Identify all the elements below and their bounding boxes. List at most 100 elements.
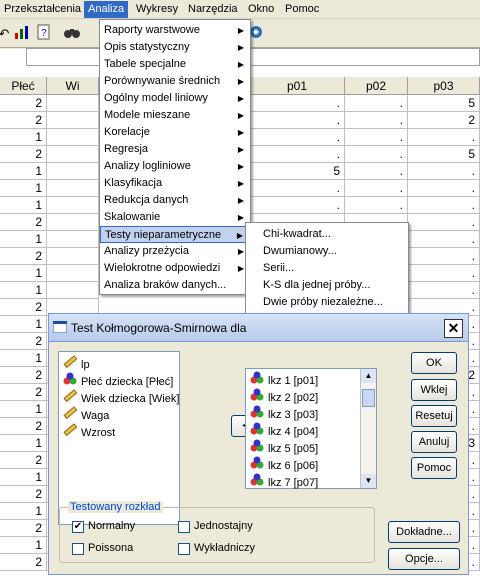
grid-cell[interactable]: . [250,112,345,129]
grid-cell[interactable]: 1 [0,503,47,520]
scroll-up-icon[interactable]: ▲ [361,369,376,383]
grid-cell[interactable]: 5 [408,146,480,163]
grid-cell[interactable] [47,95,99,112]
grid-cell[interactable] [47,248,99,265]
grid-cell[interactable]: 1 [0,401,47,418]
grid-cell[interactable]: . [408,197,480,214]
grid-cell[interactable]: . [345,197,408,214]
submenu-item[interactable]: Chi-kwadrat... [246,226,408,243]
source-variable-item[interactable]: lp [63,355,90,372]
grid-cell[interactable]: 2 [0,418,47,435]
test-variable-list[interactable]: ▲ ▼ lkz 1 [p01] lkz 2 [p02] lkz 3 [p03] lkz… [245,368,377,489]
submenu-item[interactable]: Dwumianowy... [246,243,408,260]
test-variable-item[interactable]: lkz 2 [p02] [250,388,318,405]
grid-cell[interactable] [47,180,99,197]
grid-cell[interactable]: 1 [0,197,47,214]
grid-cell[interactable]: . [408,180,480,197]
test-variable-item[interactable]: lkz 1 [p01] [250,371,318,388]
grid-cell[interactable] [47,282,99,299]
options-button[interactable]: Opcje... [388,548,460,570]
menu-analiza[interactable]: Analiza [84,1,129,18]
grid-cell[interactable]: . [345,112,408,129]
menu-item[interactable]: Redukcja danych ▶ [100,192,250,209]
source-variable-list[interactable]: lp Płeć dziecka [Płeć] Wiek dziecka [Wiek]… [58,351,180,525]
grid-cell[interactable] [47,231,99,248]
cell-editor[interactable] [26,48,480,66]
grid-cell[interactable]: 5 [250,163,345,180]
find-icon[interactable] [62,24,82,44]
source-variable-item[interactable]: Wiek dziecka [Wiek] [63,389,179,406]
test-variable-item[interactable]: lkz 7 [p07] [250,473,318,490]
grid-cell[interactable]: . [250,197,345,214]
close-icon[interactable]: ✕ [444,319,463,338]
test-variable-item[interactable]: lkz 3 [p03] [250,405,318,422]
grid-cell[interactable]: 1 [0,350,47,367]
grid-cell[interactable] [47,265,99,282]
menu-item[interactable]: Porównywanie średnich ▶ [100,73,250,90]
grid-cell[interactable]: . [250,146,345,163]
grid-cell[interactable]: 2 [0,486,47,503]
grid-cell[interactable]: . [345,129,408,146]
grid-cell[interactable]: 2 [408,112,480,129]
menu-item[interactable]: Korelacje ▶ [100,124,250,141]
source-variable-item[interactable]: Płeć dziecka [Płeć] [63,372,173,389]
grid-cell[interactable]: . [408,248,480,265]
menu-item[interactable]: Tabele specjalne ▶ [100,56,250,73]
exponential-checkbox[interactable] [178,543,190,555]
exact-button[interactable]: Dokładne... [388,521,460,543]
menu-item[interactable]: Ogólny model liniowy ▶ [100,90,250,107]
menu-przeksztalcenia[interactable]: Przekształcenia [0,1,85,18]
grid-cell[interactable]: . [250,95,345,112]
grid-cell[interactable]: 2 [0,452,47,469]
grid-cell[interactable]: 5 [408,95,480,112]
menu-item[interactable]: Regresja ▶ [100,141,250,158]
grid-cell[interactable]: 2 [0,299,47,316]
grid-cell[interactable]: . [408,231,480,248]
submenu-item[interactable]: Dwie próby niezależne... [246,294,408,311]
grid-cell[interactable]: . [408,282,480,299]
grid-cell[interactable]: 2 [0,146,47,163]
menu-item[interactable]: Analizy logliniowe ▶ [100,158,250,175]
grid-cell[interactable]: . [345,163,408,180]
poisson-checkbox[interactable] [72,543,84,555]
col-header-p01[interactable]: p01 [250,77,345,95]
submenu-item[interactable]: Serii... [246,260,408,277]
grid-cell[interactable]: 2 [0,384,47,401]
grid-cell[interactable]: 1 [0,265,47,282]
normal-checkbox[interactable]: ✔ [72,521,84,533]
reset-button[interactable]: Resetuj [411,405,457,427]
menu-item[interactable]: Klasyfikacja ▶ [100,175,250,192]
grid-cell[interactable]: 2 [0,248,47,265]
grid-cell[interactable] [47,214,99,231]
submenu-item[interactable]: K-S dla jednej próby... [246,277,408,294]
test-variable-item[interactable]: lkz 4 [p04] [250,422,318,439]
cancel-button[interactable]: Anuluj [411,431,457,453]
grid-cell[interactable]: . [408,214,480,231]
grid-cell[interactable]: 1 [0,231,47,248]
grid-cell[interactable]: . [345,95,408,112]
grid-cell[interactable] [47,146,99,163]
col-header-plec[interactable]: Płeć [0,77,47,95]
grid-cell[interactable]: 1 [0,316,47,333]
uniform-checkbox[interactable] [178,521,190,533]
grid-cell[interactable]: . [345,180,408,197]
grid-cell[interactable]: 1 [0,537,47,554]
menu-item[interactable]: Testy nieparametryczne ▶ [100,226,250,243]
grid-cell[interactable]: . [250,180,345,197]
col-header-p02[interactable]: p02 [345,77,408,95]
paste-button[interactable]: Wklej [411,379,457,401]
chart-icon[interactable] [12,24,32,44]
source-variable-item[interactable]: Waga [63,406,109,423]
col-header-p03[interactable]: p03 [408,77,480,95]
test-variable-item[interactable]: lkz 6 [p06] [250,456,318,473]
grid-cell[interactable]: 1 [0,163,47,180]
menu-narzedzia[interactable]: Narzędzia [184,1,242,18]
grid-cell[interactable]: . [408,129,480,146]
grid-cell[interactable]: 2 [0,214,47,231]
menu-item[interactable]: Analizy przeżycia ▶ [100,243,250,260]
ok-button[interactable]: OK [411,352,457,374]
menu-item[interactable]: Opis statystyczny ▶ [100,39,250,56]
source-variable-item[interactable]: Wzrost [63,423,115,440]
grid-cell[interactable]: 1 [0,282,47,299]
menu-item[interactable]: Wielokrotne odpowiedzi ▶ [100,260,250,277]
